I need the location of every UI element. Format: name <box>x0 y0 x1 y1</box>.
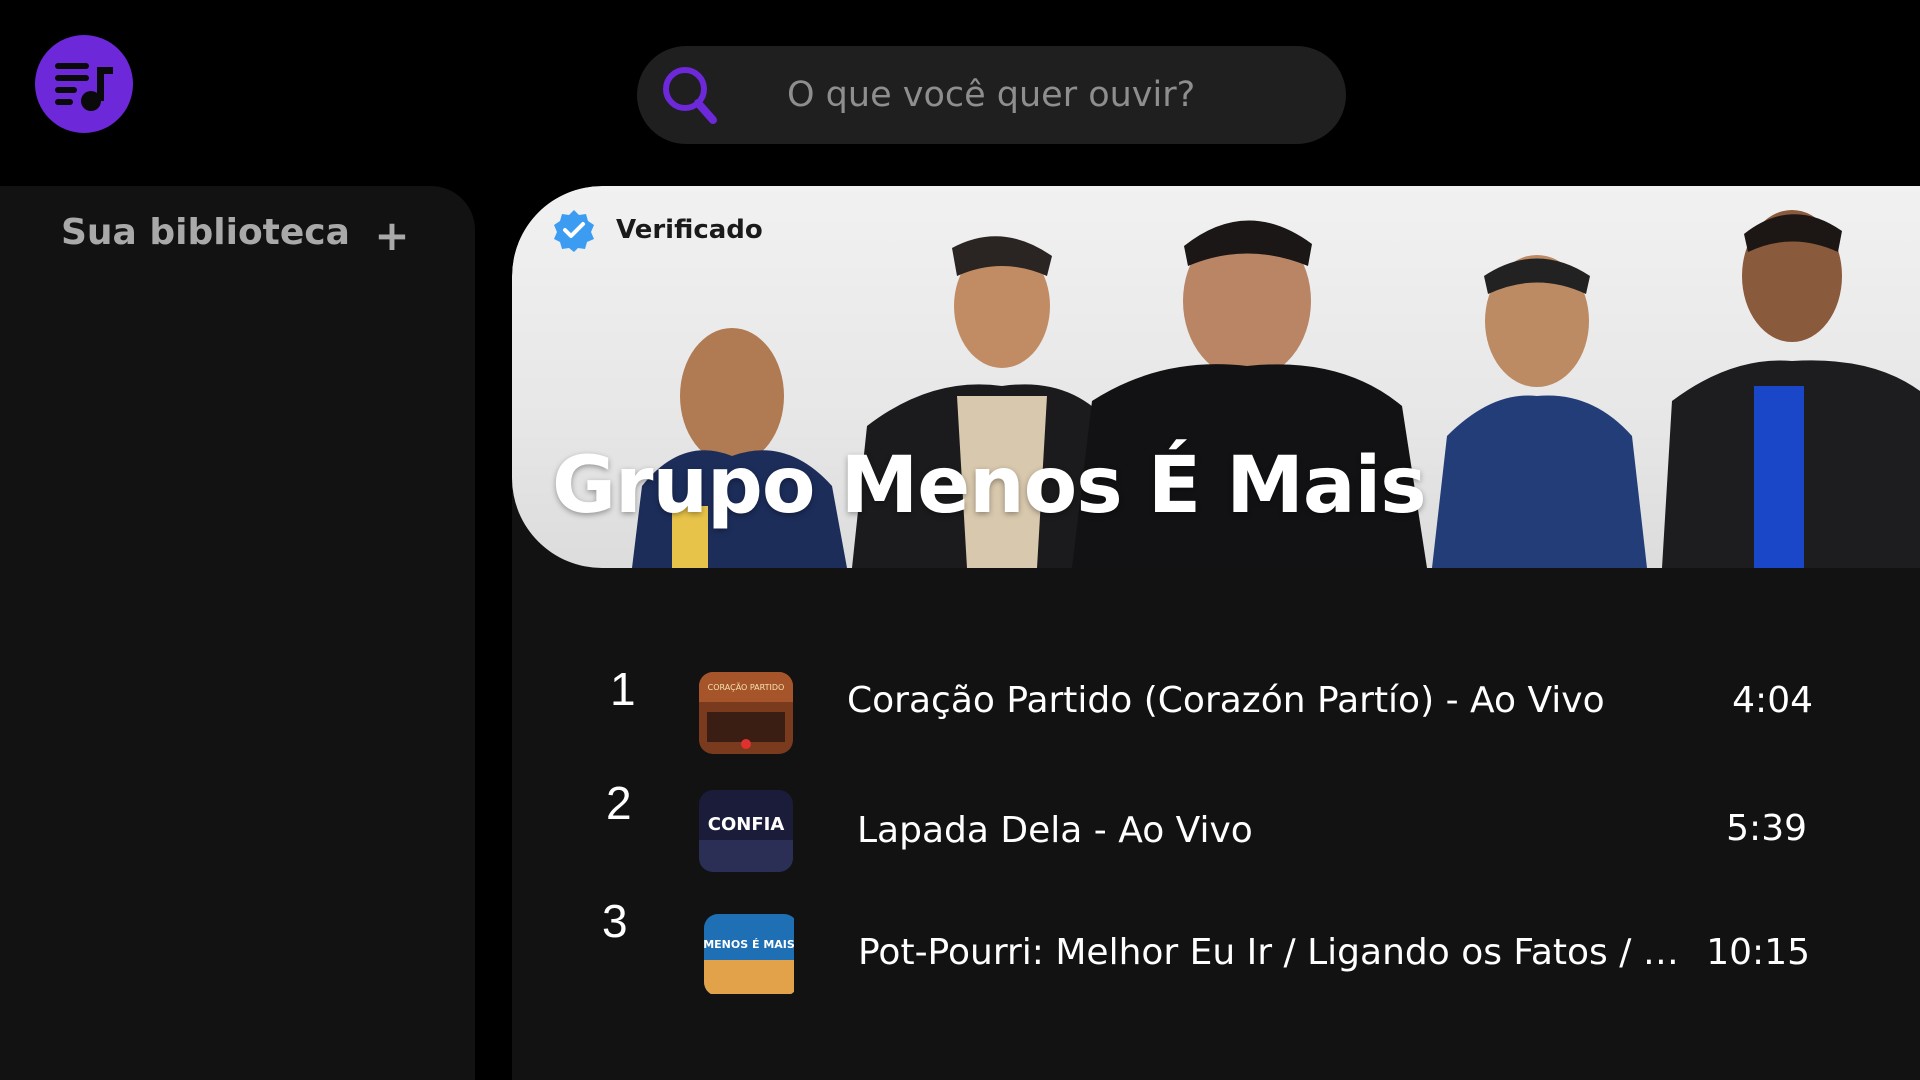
track-title: Lapada Dela - Ao Vivo <box>857 810 1253 851</box>
track-duration: 4:04 <box>1732 680 1813 721</box>
music-playlist-icon <box>55 63 113 111</box>
track-number: 1 <box>610 663 636 715</box>
track-duration: 5:39 <box>1726 808 1807 849</box>
verified-badge: Verificado <box>552 208 763 252</box>
track-number: 2 <box>606 777 632 829</box>
verified-check-icon <box>554 210 594 252</box>
track-title: Coração Partido (Corazón Partío) - Ao Vi… <box>847 680 1605 721</box>
svg-text:CORAÇÃO PARTIDO: CORAÇÃO PARTIDO <box>708 682 785 692</box>
search-icon <box>663 67 717 124</box>
track-cover: MENOS É MAIS <box>704 914 798 996</box>
add-library-button[interactable]: + <box>370 211 414 260</box>
artist-banner: Verificado Grupo Menos É Mais <box>512 186 1920 568</box>
track-row[interactable]: 1 CORAÇÃO PARTIDO Coração Partido (Coraz… <box>0 650 1813 754</box>
search-bar[interactable] <box>637 46 1346 144</box>
library-title: Sua biblioteca <box>61 212 350 253</box>
track-duration: 10:15 <box>1706 932 1810 973</box>
svg-text:MENOS É MAIS: MENOS É MAIS <box>704 938 794 951</box>
artist-name: Grupo Menos É Mais <box>552 441 1427 531</box>
search-input[interactable] <box>787 46 1317 144</box>
verified-label: Verificado <box>616 215 763 245</box>
track-number: 3 <box>602 895 628 947</box>
svg-text:CONFIA: CONFIA <box>708 814 785 835</box>
track-row[interactable]: 3 MENOS É MAIS Pot-Pourri: Melhor Eu Ir … <box>0 890 1810 994</box>
track-row[interactable]: 2 CONFIA Lapada Dela - Ao Vivo 5:39 <box>0 770 1807 872</box>
app-logo[interactable] <box>35 35 133 133</box>
track-cover: CONFIA <box>699 790 793 872</box>
track-cover: CORAÇÃO PARTIDO <box>699 672 793 754</box>
track-title: Pot-Pourri: Melhor Eu Ir / Ligando os Fa… <box>858 932 1696 973</box>
